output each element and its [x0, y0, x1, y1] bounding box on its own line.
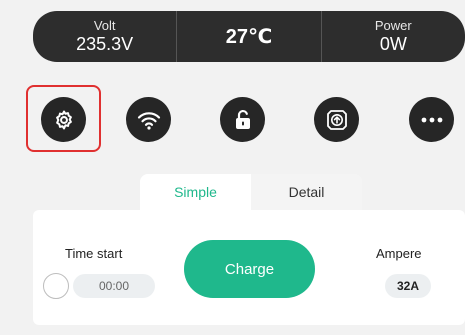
power-value: 0W	[379, 33, 407, 54]
upgrade-icon	[326, 109, 347, 130]
unlock-icon	[235, 109, 250, 129]
gear-icon	[55, 110, 72, 129]
time-start-label: Time start	[65, 246, 123, 261]
temperature-stat: 27℃	[177, 11, 320, 62]
ampere-selector[interactable]: 32A	[385, 274, 431, 298]
tab-detail[interactable]: Detail	[251, 174, 362, 210]
status-bar: Volt 235.3V 27℃ Power 0W	[33, 11, 465, 62]
temperature-value: 27℃	[225, 26, 273, 48]
power-label: Power	[374, 17, 412, 33]
more-icon	[421, 117, 442, 122]
action-bar	[0, 85, 465, 155]
app-screen: Volt 235.3V 27℃ Power 0W Simple Detail T…	[0, 0, 465, 335]
volt-value: 235.3V	[76, 33, 134, 54]
wifi-icon	[137, 111, 160, 130]
volt-label: Volt	[93, 17, 116, 33]
volt-stat: Volt 235.3V	[33, 11, 176, 62]
mode-tabs: Simple Detail	[140, 174, 362, 210]
time-start-radio[interactable]	[43, 273, 69, 299]
settings-button[interactable]	[41, 97, 86, 142]
time-start-field[interactable]: 00:00	[73, 274, 155, 298]
upgrade-button[interactable]	[314, 97, 359, 142]
more-button[interactable]	[409, 97, 454, 142]
power-stat: Power 0W	[322, 11, 465, 62]
charge-panel: Time start 00:00 Charge Ampere 32A	[33, 210, 465, 325]
wifi-button[interactable]	[126, 97, 171, 142]
charge-button[interactable]: Charge	[184, 240, 315, 298]
ampere-label: Ampere	[376, 246, 422, 261]
lock-button[interactable]	[220, 97, 265, 142]
tab-simple[interactable]: Simple	[140, 174, 251, 210]
